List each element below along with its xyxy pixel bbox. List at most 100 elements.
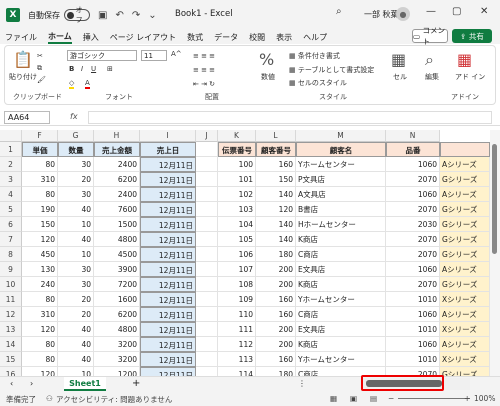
table-cell[interactable]: 310 [22,307,58,322]
tab-home[interactable]: ホーム [48,31,72,44]
table-cell[interactable]: Gシリーズ [440,277,490,292]
table-cell[interactable]: 12月11日 [140,262,196,277]
italic-icon[interactable]: I [81,65,83,73]
add-sheet-icon[interactable]: + [132,378,140,389]
tab-data[interactable]: データ [214,32,238,43]
tab-split-icon[interactable]: ⋮ [298,379,306,388]
paste-icon[interactable]: 📋 [13,50,33,69]
fx-icon[interactable]: fx [70,112,78,121]
table-cell[interactable]: 113 [218,352,256,367]
comment-button[interactable]: ▭ コメント [412,26,448,46]
table-cell[interactable]: 140 [256,217,296,232]
table-cell[interactable]: 106 [218,247,256,262]
empty-cell[interactable] [196,322,218,337]
select-all-corner[interactable] [0,130,22,142]
table-cell[interactable]: 310 [22,172,58,187]
table-cell[interactable]: 4800 [94,232,140,247]
border-icon[interactable]: ⊞ [107,65,113,73]
row-header[interactable]: 2 [0,157,22,172]
table-cell[interactable]: 1010 [386,292,440,307]
empty-cell[interactable] [196,307,218,322]
table-cell[interactable]: Gシリーズ [440,172,490,187]
vertical-scroll-thumb[interactable] [492,144,497,254]
column-header-K[interactable]: K [218,130,256,142]
table-cell[interactable]: P文具店 [296,172,386,187]
table-cell[interactable]: C商店 [296,247,386,262]
empty-cell[interactable] [196,187,218,202]
table-cell[interactable]: 2070 [386,277,440,292]
sheet-tab-sheet1[interactable]: Sheet1 [64,377,106,391]
table-cell[interactable]: 200 [256,277,296,292]
table-cell[interactable]: Gシリーズ [440,232,490,247]
table-cell[interactable]: 40 [58,322,94,337]
page-break-view-icon[interactable]: ▤ [370,394,377,403]
table-cell[interactable]: Xシリーズ [440,352,490,367]
conditional-format-button[interactable]: ▦ 条件付き書式 [289,51,340,61]
row-header[interactable]: 13 [0,322,22,337]
header-cell[interactable] [440,142,490,157]
empty-cell[interactable] [196,352,218,367]
font-name-select[interactable]: 游ゴシック [67,50,137,61]
addin-icon[interactable]: ▦ [457,50,472,69]
undo-icon[interactable]: ↶ [115,10,123,21]
cell-button[interactable]: セル [393,72,407,82]
table-cell[interactable]: K商店 [296,337,386,352]
table-cell[interactable]: 107 [218,262,256,277]
table-cell[interactable]: 120 [256,202,296,217]
table-cell[interactable]: 110 [218,307,256,322]
row-header[interactable]: 12 [0,307,22,322]
table-cell[interactable]: 200 [256,262,296,277]
vertical-scrollbar[interactable] [490,130,500,376]
table-cell[interactable]: 40 [58,202,94,217]
table-cell[interactable]: 6200 [94,307,140,322]
worksheet-grid[interactable]: F G H I J K L M N 1 2 3 4 5 6 7 8 9 10 11 12 13 14 15 16 単価 数量 売上金額… [0,130,490,376]
paste-button[interactable]: 貼り付け [9,72,37,82]
header-cell[interactable]: 顧客番号 [256,142,296,157]
table-cell[interactable]: 109 [218,292,256,307]
empty-cell[interactable] [196,202,218,217]
row-header[interactable]: 9 [0,262,22,277]
next-sheet-icon[interactable]: › [30,379,33,388]
row-header[interactable]: 1 [0,142,22,157]
table-cell[interactable]: Gシリーズ [440,367,490,376]
table-cell[interactable]: 12月11日 [140,202,196,217]
format-table-button[interactable]: ▦ テーブルとして書式設定 [289,65,374,75]
tab-view[interactable]: 表示 [276,32,292,43]
font-size-select[interactable]: 11 [141,50,167,61]
header-cell[interactable]: 数量 [58,142,94,157]
table-cell[interactable]: 180 [256,367,296,376]
table-cell[interactable]: K商店 [296,232,386,247]
table-cell[interactable]: K商店 [296,277,386,292]
zoom-out-icon[interactable]: − [388,394,394,403]
autosave-toggle[interactable]: オフ [64,6,90,24]
table-cell[interactable]: 105 [218,232,256,247]
header-cell[interactable]: 顧客名 [296,142,386,157]
table-cell[interactable]: 2070 [386,172,440,187]
tab-page-layout[interactable]: ページ レイアウト [110,32,176,43]
table-cell[interactable]: 10 [58,217,94,232]
table-cell[interactable]: 40 [58,352,94,367]
table-cell[interactable]: 3900 [94,262,140,277]
table-cell[interactable]: 2030 [386,217,440,232]
table-cell[interactable]: Gシリーズ [440,202,490,217]
table-cell[interactable]: Yホームセンター [296,352,386,367]
align-left-icon[interactable]: ≡ ≡ ≡ [193,66,215,74]
header-cell[interactable]: 売上金額 [94,142,140,157]
table-cell[interactable]: 112 [218,337,256,352]
table-cell[interactable]: 160 [256,292,296,307]
empty-cell[interactable] [196,277,218,292]
table-cell[interactable]: 104 [218,217,256,232]
font-color-icon[interactable]: A [85,79,90,89]
accessibility-icon[interactable]: ⚇ [46,394,53,403]
tab-insert[interactable]: 挿入 [83,32,99,43]
edit-button[interactable]: 編集 [425,72,439,82]
table-cell[interactable]: 1200 [94,367,140,376]
row-header[interactable]: 8 [0,247,22,262]
table-cell[interactable]: 2070 [386,202,440,217]
table-cell[interactable]: 100 [218,157,256,172]
table-cell[interactable]: 12月11日 [140,337,196,352]
page-layout-view-icon[interactable]: ▣ [350,394,357,403]
row-header[interactable]: 11 [0,292,22,307]
edit-icon[interactable]: ⌕ [425,50,434,70]
empty-cell[interactable] [196,247,218,262]
